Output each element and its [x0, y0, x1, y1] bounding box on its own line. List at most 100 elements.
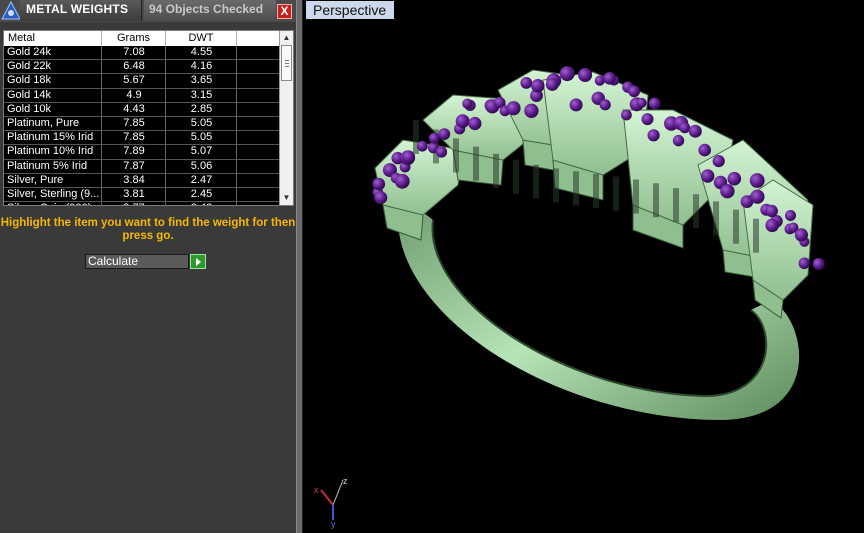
metal-cell: Gold 10k [7, 102, 52, 115]
gem-prong [679, 122, 691, 134]
table-row[interactable]: Silver, Pure 3.84 2.47 [4, 174, 279, 188]
metal-cell: Platinum 15% Irid [7, 131, 94, 144]
table-row[interactable]: Silver, Coin (900)3.772.42 [4, 202, 279, 205]
axis-gizmo-icon: z x y [314, 476, 348, 529]
tab-objects-checked[interactable]: 94 Objects Checked [144, 0, 276, 21]
metal-cell: Platinum 10% Irid [7, 145, 94, 158]
grams-cell: 6.48 [123, 60, 145, 73]
gem-prong [794, 228, 808, 242]
gem-prong [455, 114, 470, 128]
metal-cell: Gold 24k [7, 46, 52, 58]
gem-prong [569, 98, 583, 112]
calculate-select[interactable]: Calculate [85, 254, 189, 269]
gem-prong [765, 218, 779, 233]
gem-prong [621, 109, 632, 121]
setting-gap [633, 179, 639, 214]
setting-gap [573, 171, 579, 206]
gem-prong [720, 184, 735, 199]
tab-metal-weights[interactable]: METAL WEIGHTS [20, 0, 142, 21]
gem-prong [812, 258, 825, 270]
column-header-grams[interactable]: Grams [102, 31, 166, 46]
dwt-cell: 5.05 [190, 116, 213, 129]
app-logo-icon [1, 0, 21, 20]
setting-gap [753, 218, 759, 253]
table-body: Gold 24k 7.08 4.55 Gold 22k 6.48 4.16 Gold 18k… [4, 46, 279, 205]
grams-cell: 7.85 [123, 116, 145, 129]
metal-cell: Silver, Coin (900) [7, 202, 100, 205]
gem-prong [672, 134, 685, 147]
table-header: Metal Grams DWT [4, 31, 279, 46]
metal-weights-table: Metal Grams DWT Gold 24k 7.08 4.55 Gold 22k… [3, 30, 294, 206]
grams-cell: 4.9 [126, 88, 142, 101]
setting-gap [613, 176, 619, 211]
instructions-text: Highlight the item you want to find the … [0, 217, 296, 242]
gem-prong [594, 75, 605, 86]
dwt-cell: 2.45 [190, 187, 213, 200]
table-row[interactable]: Platinum 5% Irid 7.87 5.06 [4, 160, 279, 174]
scroll-down-arrow-icon[interactable]: ▼ [280, 191, 293, 205]
gem-prong [599, 99, 611, 111]
gem-prong [462, 98, 473, 109]
grams-cell: 7.87 [123, 159, 145, 172]
panel-splitter[interactable] [296, 0, 303, 533]
setting-gap [733, 209, 739, 244]
table-row[interactable]: Platinum 10% Irid 7.89 5.07 [4, 145, 279, 160]
table-row[interactable]: Platinum 15% Irid 7.85 5.05 [4, 131, 279, 146]
metal-cell: Gold 14k [7, 88, 52, 101]
table-row[interactable]: Gold 22k 6.48 4.16 [4, 60, 279, 75]
dwt-cell: 2.47 [190, 173, 213, 186]
column-header-dwt[interactable]: DWT [166, 31, 237, 46]
grams-cell: 3.81 [123, 187, 145, 200]
table-row[interactable]: Gold 24k 7.08 4.55 [4, 46, 279, 61]
gem-prong [438, 128, 451, 141]
table-row[interactable]: Platinum, Pure 7.85 5.05 [4, 116, 279, 132]
dwt-cell: 5.07 [190, 145, 213, 158]
setting-gap [473, 146, 479, 181]
gem-prong [750, 189, 765, 204]
table-scrollbar[interactable]: ▲ ▼ [279, 31, 293, 205]
table-row[interactable]: Gold 10k 4.43 2.85 [4, 103, 279, 117]
gem-prong [394, 173, 410, 189]
perspective-viewport[interactable]: z x y Perspective [303, 0, 864, 533]
column-header-empty [237, 31, 279, 46]
setting-gap [493, 153, 499, 188]
dwt-cell: 2.42 [166, 202, 237, 205]
table-row[interactable]: Silver, Sterling (9... 3.81 2.45 [4, 187, 279, 203]
metal-cell: Platinum 5% Irid [7, 159, 88, 172]
grams-cell: 7.89 [123, 145, 145, 158]
gem-prong [603, 72, 616, 85]
go-button[interactable] [190, 254, 206, 269]
ring-3d-model[interactable]: z x y [303, 0, 864, 533]
gem-prong [785, 210, 796, 221]
gem-prong [727, 171, 742, 186]
panel-header: METAL WEIGHTS 94 Objects Checked X [0, 0, 296, 22]
axis-y-label: y [331, 519, 336, 529]
close-icon[interactable]: X [277, 4, 292, 19]
table-row[interactable]: Gold 18k 5.67 3.65 [4, 74, 279, 89]
scroll-up-arrow-icon[interactable]: ▲ [280, 31, 293, 45]
table-row[interactable]: Gold 14k 4.9 3.15 [4, 89, 279, 103]
gem-prong [402, 150, 415, 164]
metal-cell: Platinum, Pure [7, 116, 80, 129]
gem-prong [698, 143, 711, 157]
metal-weights-panel: METAL WEIGHTS 94 Objects Checked X Metal… [0, 0, 296, 533]
viewport-label[interactable]: Perspective [306, 1, 395, 19]
gem-prong [765, 204, 778, 218]
setting-gap [453, 138, 459, 173]
dwt-cell: 5.06 [190, 159, 213, 172]
gem-prong [524, 103, 539, 119]
grams-cell: 4.43 [123, 102, 145, 115]
gem-prong [688, 124, 702, 138]
metal-cell: Silver, Sterling (9... [7, 187, 100, 200]
setting-gap [533, 164, 539, 199]
dwt-cell: 3.15 [190, 88, 213, 101]
grams-cell: 7.85 [123, 131, 145, 144]
column-header-metal[interactable]: Metal [4, 31, 102, 46]
metal-cell: Silver, Pure [7, 173, 64, 186]
scroll-thumb[interactable] [281, 45, 292, 81]
setting-gap [513, 159, 519, 194]
gem-prong [712, 155, 725, 168]
gem-prong [749, 173, 765, 188]
gem-prong [416, 140, 428, 152]
gem-prong [798, 257, 811, 270]
